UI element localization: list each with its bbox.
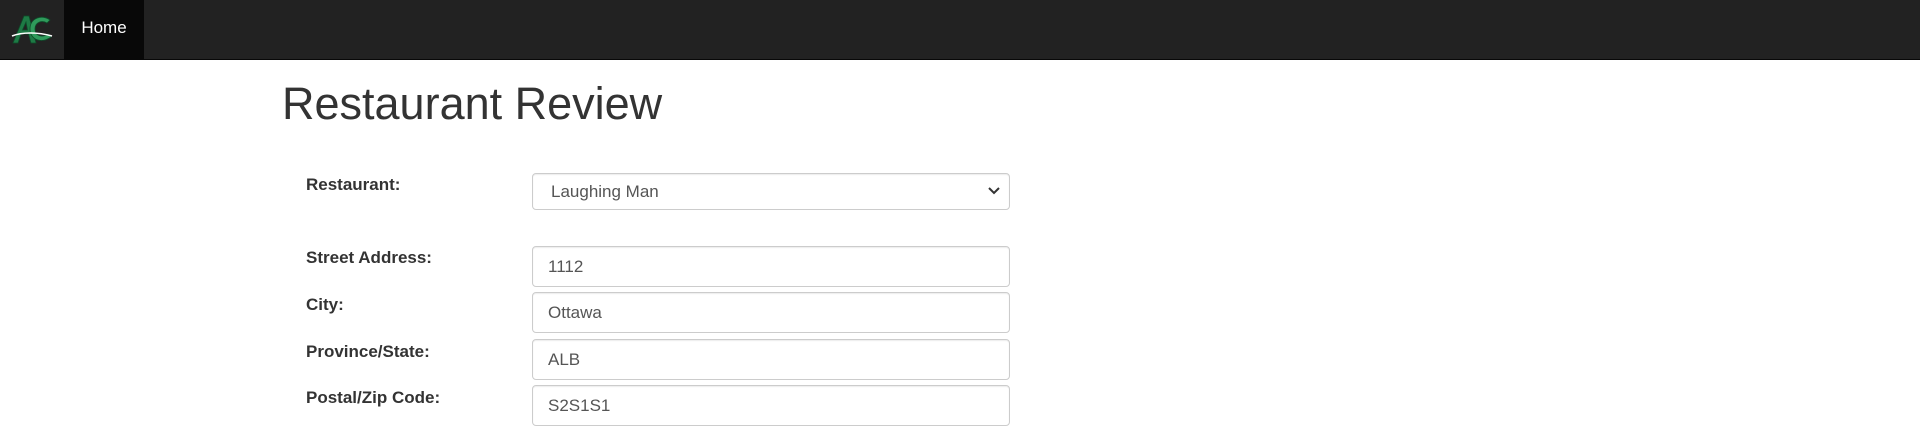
restaurant-selected-value: Laughing Man	[551, 182, 659, 201]
restaurant-label: Restaurant:	[306, 175, 401, 194]
chevron-down-icon	[988, 187, 1000, 195]
college-logo-icon[interactable]	[10, 10, 54, 48]
street-address-input[interactable]	[532, 246, 1010, 287]
page-title: Restaurant Review	[282, 78, 663, 129]
province-state-input[interactable]	[532, 339, 1010, 380]
street-address-label: Street Address:	[306, 248, 432, 267]
city-input[interactable]	[532, 292, 1010, 333]
province-state-label: Province/State:	[306, 342, 430, 361]
nav-home-link[interactable]: Home	[64, 0, 144, 59]
city-label: City:	[306, 295, 344, 314]
top-navbar: Home	[0, 0, 1920, 60]
restaurant-select[interactable]: Laughing Man	[532, 173, 1010, 210]
postal-zip-label: Postal/Zip Code:	[306, 388, 441, 407]
postal-zip-input[interactable]	[532, 385, 1010, 426]
